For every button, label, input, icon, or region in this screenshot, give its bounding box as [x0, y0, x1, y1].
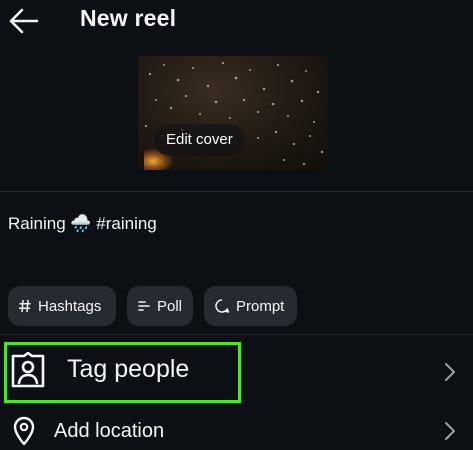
arrow-left-icon	[9, 8, 39, 34]
edit-cover-button[interactable]: Edit cover	[154, 124, 245, 156]
add-location-row[interactable]: Add location	[0, 405, 473, 450]
person-tag-icon	[11, 352, 45, 388]
poll-icon	[138, 301, 150, 311]
caption-input[interactable]: Raining 🌧️ #raining	[8, 214, 157, 234]
page-title: New reel	[80, 5, 177, 31]
poll-chip-label: Poll	[157, 297, 183, 315]
hashtags-chip[interactable]: Hashtags	[8, 286, 116, 326]
chevron-right-icon	[445, 422, 455, 440]
tag-people-label: Tag people	[67, 355, 190, 383]
back-button[interactable]	[8, 7, 40, 35]
poll-chip[interactable]: Poll	[127, 286, 193, 326]
divider	[0, 191, 473, 192]
location-pin-icon	[13, 416, 35, 446]
prompt-icon	[215, 299, 230, 313]
header-bar: New reel	[0, 0, 473, 44]
add-location-label: Add location	[54, 420, 165, 442]
hashtags-chip-label: Hashtags	[38, 297, 102, 315]
divider	[0, 334, 473, 335]
hash-icon	[19, 299, 31, 313]
chevron-right-icon	[445, 363, 455, 381]
prompt-chip-label: Prompt	[236, 297, 285, 315]
tag-people-row[interactable]: Tag people	[0, 342, 473, 403]
prompt-chip[interactable]: Prompt	[204, 286, 297, 326]
